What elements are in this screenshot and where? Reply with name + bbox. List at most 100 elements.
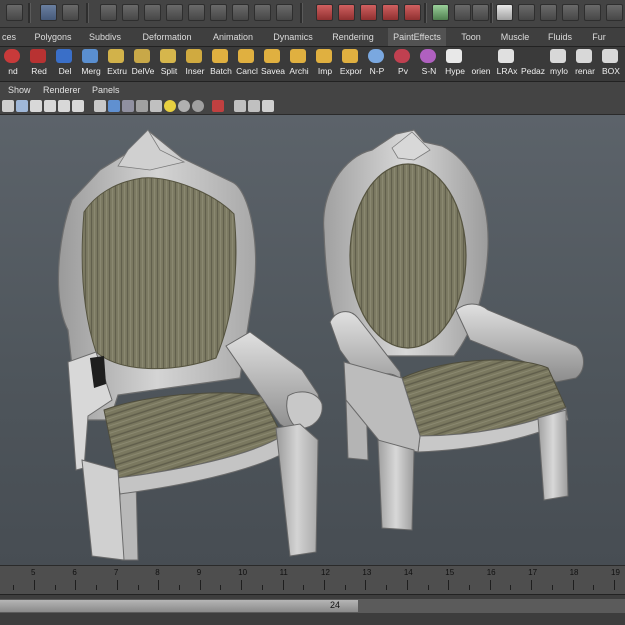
tab-fluids[interactable]: Fluids xyxy=(544,28,576,46)
time-slider-tick xyxy=(427,585,429,590)
select-mode-icon[interactable] xyxy=(6,4,23,21)
tab-deformation[interactable]: Deformation xyxy=(138,28,196,46)
shelf-button-19[interactable]: LRAx xyxy=(494,48,518,80)
xray-joints-icon[interactable] xyxy=(234,100,246,112)
shelf-button-9[interactable]: Cancl xyxy=(234,48,258,80)
shelf-button-3[interactable]: Merg xyxy=(78,48,102,80)
shelf-button-20[interactable]: Pedaz xyxy=(520,48,545,80)
render-view-icon[interactable] xyxy=(454,4,471,21)
magnet-snap-icon[interactable] xyxy=(338,4,355,21)
layer-editor-icon[interactable] xyxy=(562,4,579,21)
shelf-button-0[interactable]: nd xyxy=(0,48,24,80)
smooth-shade-icon[interactable] xyxy=(108,100,120,112)
magnet-icon[interactable] xyxy=(316,4,333,21)
menu-renderer[interactable]: Renderer xyxy=(43,82,81,98)
ambient-occlusion-icon[interactable] xyxy=(192,100,204,112)
snap-grid-icon[interactable] xyxy=(100,4,117,21)
wireframe-icon[interactable] xyxy=(94,100,106,112)
textured-icon[interactable] xyxy=(150,100,162,112)
time-slider-tick xyxy=(96,585,98,590)
magnet-curve-icon[interactable] xyxy=(360,4,377,21)
image-plane-icon[interactable] xyxy=(44,100,56,112)
shelf-button-12[interactable]: Imp xyxy=(312,48,336,80)
tab-animation[interactable]: Animation xyxy=(208,28,258,46)
grease-pencil-icon[interactable] xyxy=(72,100,84,112)
shelf-button-1[interactable]: Red xyxy=(26,48,50,80)
help-icon[interactable] xyxy=(254,4,271,21)
component-icon[interactable] xyxy=(210,4,227,21)
frame-label: 6 xyxy=(72,568,77,577)
lights-icon[interactable] xyxy=(164,100,176,112)
tool-settings-icon[interactable] xyxy=(518,4,535,21)
two-d-pan-icon[interactable] xyxy=(58,100,70,112)
render-icon[interactable] xyxy=(432,4,449,21)
channel-box-icon[interactable] xyxy=(540,4,557,21)
range-slider-handle[interactable] xyxy=(0,600,358,612)
shelf-button-8[interactable]: Batch xyxy=(208,48,232,80)
tab-fur[interactable]: Fur xyxy=(588,28,610,46)
shelf-button-2[interactable]: Del xyxy=(52,48,76,80)
hierarchy-mode-icon[interactable] xyxy=(40,4,57,21)
magnet-view-icon[interactable] xyxy=(404,4,421,21)
right-chair[interactable] xyxy=(322,129,584,531)
shelf-button-21[interactable]: mylo xyxy=(546,48,570,80)
tab-toon[interactable]: Toon xyxy=(456,28,486,46)
outliner-icon[interactable] xyxy=(584,4,601,21)
camera-attributes-icon[interactable] xyxy=(16,100,28,112)
shelf-button-10[interactable]: Savea xyxy=(260,48,285,80)
marker-icon[interactable] xyxy=(276,4,293,21)
snap-point-icon[interactable] xyxy=(144,4,161,21)
viewport[interactable] xyxy=(0,115,625,565)
deform-icon[interactable] xyxy=(232,4,249,21)
tab-polygons[interactable]: Polygons xyxy=(30,28,76,46)
shelf-button-4[interactable]: Extru xyxy=(104,48,128,80)
separator xyxy=(86,3,89,23)
xray-icon[interactable] xyxy=(136,100,148,112)
time-slider[interactable]: 5 6 7 8 9 10 11 12 13 14 15 16 17 18 19 xyxy=(0,565,625,594)
left-chair[interactable] xyxy=(57,129,323,561)
shadows-icon[interactable] xyxy=(178,100,190,112)
share-icon[interactable] xyxy=(262,100,274,112)
shelf-button-14[interactable]: N-P xyxy=(364,48,388,80)
tab-surfaces[interactable]: ces xyxy=(0,28,18,46)
render-settings-icon[interactable] xyxy=(472,4,489,21)
split-icon xyxy=(160,49,176,63)
shelf-tabs: ces Polygons Subdivs Deformation Animati… xyxy=(0,28,625,47)
tab-painteffects[interactable]: PaintEffects xyxy=(388,28,446,46)
folder-icon xyxy=(212,49,228,63)
shelf-button-16[interactable]: S-N xyxy=(416,48,440,80)
shelf-button-22[interactable]: renar xyxy=(572,48,596,80)
graph-editor-icon[interactable] xyxy=(606,4,623,21)
shelf-button-13[interactable]: Expor xyxy=(338,48,362,80)
snap-curve-icon[interactable] xyxy=(122,4,139,21)
maya-window: ces Polygons Subdivs Deformation Animati… xyxy=(0,0,625,625)
object-mode-icon[interactable] xyxy=(62,4,79,21)
xray-components-icon[interactable] xyxy=(248,100,260,112)
snap-view-icon[interactable] xyxy=(166,4,183,21)
wireframe-on-shaded-icon[interactable] xyxy=(122,100,134,112)
snap-surface-icon[interactable] xyxy=(188,4,205,21)
shelf-button-11[interactable]: Archi xyxy=(286,48,310,80)
magnet-point-icon[interactable] xyxy=(382,4,399,21)
shelf-button-5[interactable]: DelVe xyxy=(130,48,154,80)
time-slider-tick xyxy=(593,585,595,590)
shelf-button-18[interactable]: orien xyxy=(468,48,492,80)
shelf-button-6[interactable]: Split xyxy=(156,48,180,80)
frame-label: 15 xyxy=(445,568,455,577)
attribute-editor-icon[interactable] xyxy=(496,4,513,21)
isolate-select-icon[interactable] xyxy=(212,100,224,112)
tab-rendering[interactable]: Rendering xyxy=(328,28,378,46)
camera-icon[interactable] xyxy=(2,100,14,112)
shelf-button-15[interactable]: Pv xyxy=(390,48,414,80)
bookmark-icon[interactable] xyxy=(30,100,42,112)
frame-label: 12 xyxy=(321,568,330,577)
tab-subdivs[interactable]: Subdivs xyxy=(86,28,124,46)
menu-panels[interactable]: Panels xyxy=(92,82,120,98)
sphere-icon xyxy=(4,49,20,63)
tab-dynamics[interactable]: Dynamics xyxy=(270,28,316,46)
tab-muscle[interactable]: Muscle xyxy=(496,28,534,46)
shelf-button-7[interactable]: Inser xyxy=(182,48,206,80)
shelf-button-23[interactable]: BOX xyxy=(598,48,622,80)
menu-show[interactable]: Show xyxy=(8,82,31,98)
shelf-button-17[interactable]: Hype xyxy=(442,48,466,80)
